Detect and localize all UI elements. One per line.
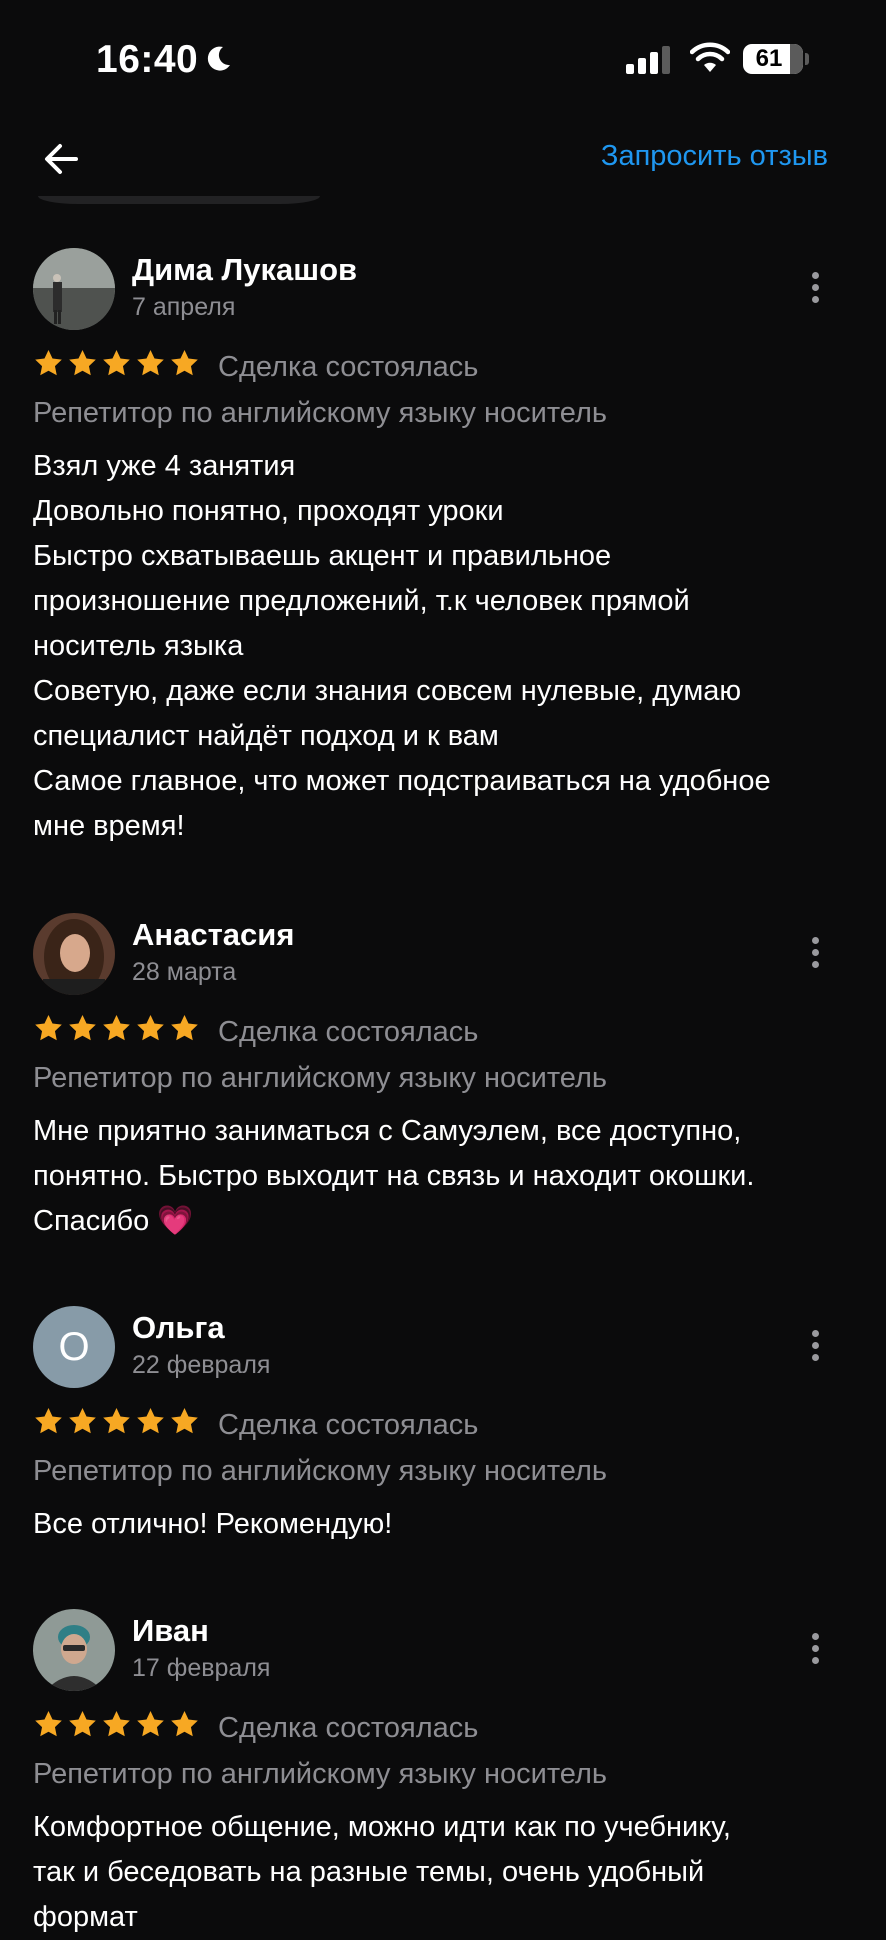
- review-text-line: произношение предложений, т.к человек пр…: [33, 585, 690, 617]
- signal-icon: [626, 46, 670, 74]
- review-text-line: Мне приятно заниматься с Самуэлем, все д…: [33, 1115, 742, 1147]
- rating-stars: [33, 1406, 203, 1440]
- review-text-line: Спасибо 💗: [33, 1205, 194, 1237]
- arrow-left-icon[interactable]: [40, 134, 90, 184]
- star-icon: [137, 1407, 164, 1434]
- avatar[interactable]: [33, 913, 115, 995]
- more-options-icon[interactable]: [812, 937, 820, 971]
- star-icon: [137, 349, 164, 376]
- review-text-line: Быстро схватываешь акцент и правильное: [33, 540, 612, 572]
- review-date: 7 апреля: [132, 293, 236, 321]
- avatar[interactable]: [33, 248, 115, 330]
- deal-status: Сделка состоялась: [218, 1712, 479, 1744]
- review-text-line: Самое главное, что может подстраиваться …: [33, 765, 771, 797]
- star-icon: [137, 1710, 164, 1737]
- review-text-line: Комфортное общение, можно идти как по уч…: [33, 1811, 731, 1843]
- star-icon: [171, 1407, 198, 1434]
- card-edge: [38, 196, 320, 204]
- rating-stars: [33, 348, 203, 382]
- review-text-line: Советую, даже если знания совсем нулевые…: [33, 675, 742, 707]
- review-service: Репетитор по английскому языку носитель: [33, 1455, 607, 1487]
- star-icon: [69, 349, 96, 376]
- star-icon: [35, 349, 62, 376]
- review-service: Репетитор по английскому языку носитель: [33, 1758, 607, 1790]
- review-date: 17 февраля: [132, 1654, 271, 1682]
- review-text-line: мне время!: [33, 810, 185, 842]
- review-service: Репетитор по английскому языку носитель: [33, 397, 607, 429]
- moon-icon: [207, 46, 230, 71]
- star-icon: [69, 1407, 96, 1434]
- request-review-button[interactable]: Запросить отзыв: [601, 140, 828, 173]
- star-icon: [69, 1014, 96, 1041]
- star-icon: [103, 349, 130, 376]
- review-text-line: Все отлично! Рекомендую!: [33, 1508, 393, 1540]
- review-text-line: специалист найдёт подход и к вам: [33, 720, 499, 752]
- review-text: Все отлично! Рекомендую!: [33, 1502, 863, 1547]
- star-icon: [35, 1014, 62, 1041]
- review-text-line: так и беседовать на разные темы, очень у…: [33, 1856, 705, 1888]
- battery-icon: 61: [743, 44, 803, 74]
- deal-status: Сделка состоялась: [218, 1016, 479, 1048]
- star-icon: [35, 1407, 62, 1434]
- star-icon: [69, 1710, 96, 1737]
- review-author[interactable]: Ольга: [132, 1310, 225, 1346]
- more-options-icon[interactable]: [812, 1330, 820, 1364]
- review-author[interactable]: Анастасия: [132, 917, 294, 953]
- review-text-line: формат: [33, 1901, 138, 1933]
- star-icon: [103, 1014, 130, 1041]
- wifi-icon: [690, 42, 730, 72]
- star-icon: [103, 1710, 130, 1737]
- review-text: Мне приятно заниматься с Самуэлем, все д…: [33, 1109, 863, 1244]
- star-icon: [171, 349, 198, 376]
- review-text-line: понятно. Быстро выходит на связь и наход…: [33, 1160, 755, 1192]
- review-author[interactable]: Иван: [132, 1613, 209, 1649]
- avatar[interactable]: О: [33, 1306, 115, 1388]
- star-icon: [35, 1710, 62, 1737]
- review-date: 28 марта: [132, 958, 237, 986]
- review-text-line: носитель языка: [33, 630, 244, 662]
- review-author[interactable]: Дима Лукашов: [132, 252, 357, 288]
- more-options-icon[interactable]: [812, 1633, 820, 1667]
- star-icon: [171, 1710, 198, 1737]
- battery-tip: [805, 53, 809, 65]
- rating-stars: [33, 1709, 203, 1743]
- status-time: 16:40: [96, 38, 199, 81]
- rating-stars: [33, 1013, 203, 1047]
- star-icon: [171, 1014, 198, 1041]
- avatar[interactable]: [33, 1609, 115, 1691]
- review-text-line: Довольно понятно, проходят уроки: [33, 495, 504, 527]
- status-bar: 16:40 61: [0, 0, 886, 120]
- more-options-icon[interactable]: [812, 272, 820, 306]
- review-text-line: Взял уже 4 занятия: [33, 450, 296, 482]
- battery-level: 61: [755, 45, 783, 72]
- star-icon: [137, 1014, 164, 1041]
- deal-status: Сделка состоялась: [218, 1409, 479, 1441]
- nav-bar: Запросить отзыв: [0, 120, 886, 200]
- star-icon: [103, 1407, 130, 1434]
- review-service: Репетитор по английскому языку носитель: [33, 1062, 607, 1094]
- review-text: Взял уже 4 занятия Довольно понятно, про…: [33, 444, 863, 849]
- review-date: 22 февраля: [132, 1351, 271, 1379]
- deal-status: Сделка состоялась: [218, 351, 479, 383]
